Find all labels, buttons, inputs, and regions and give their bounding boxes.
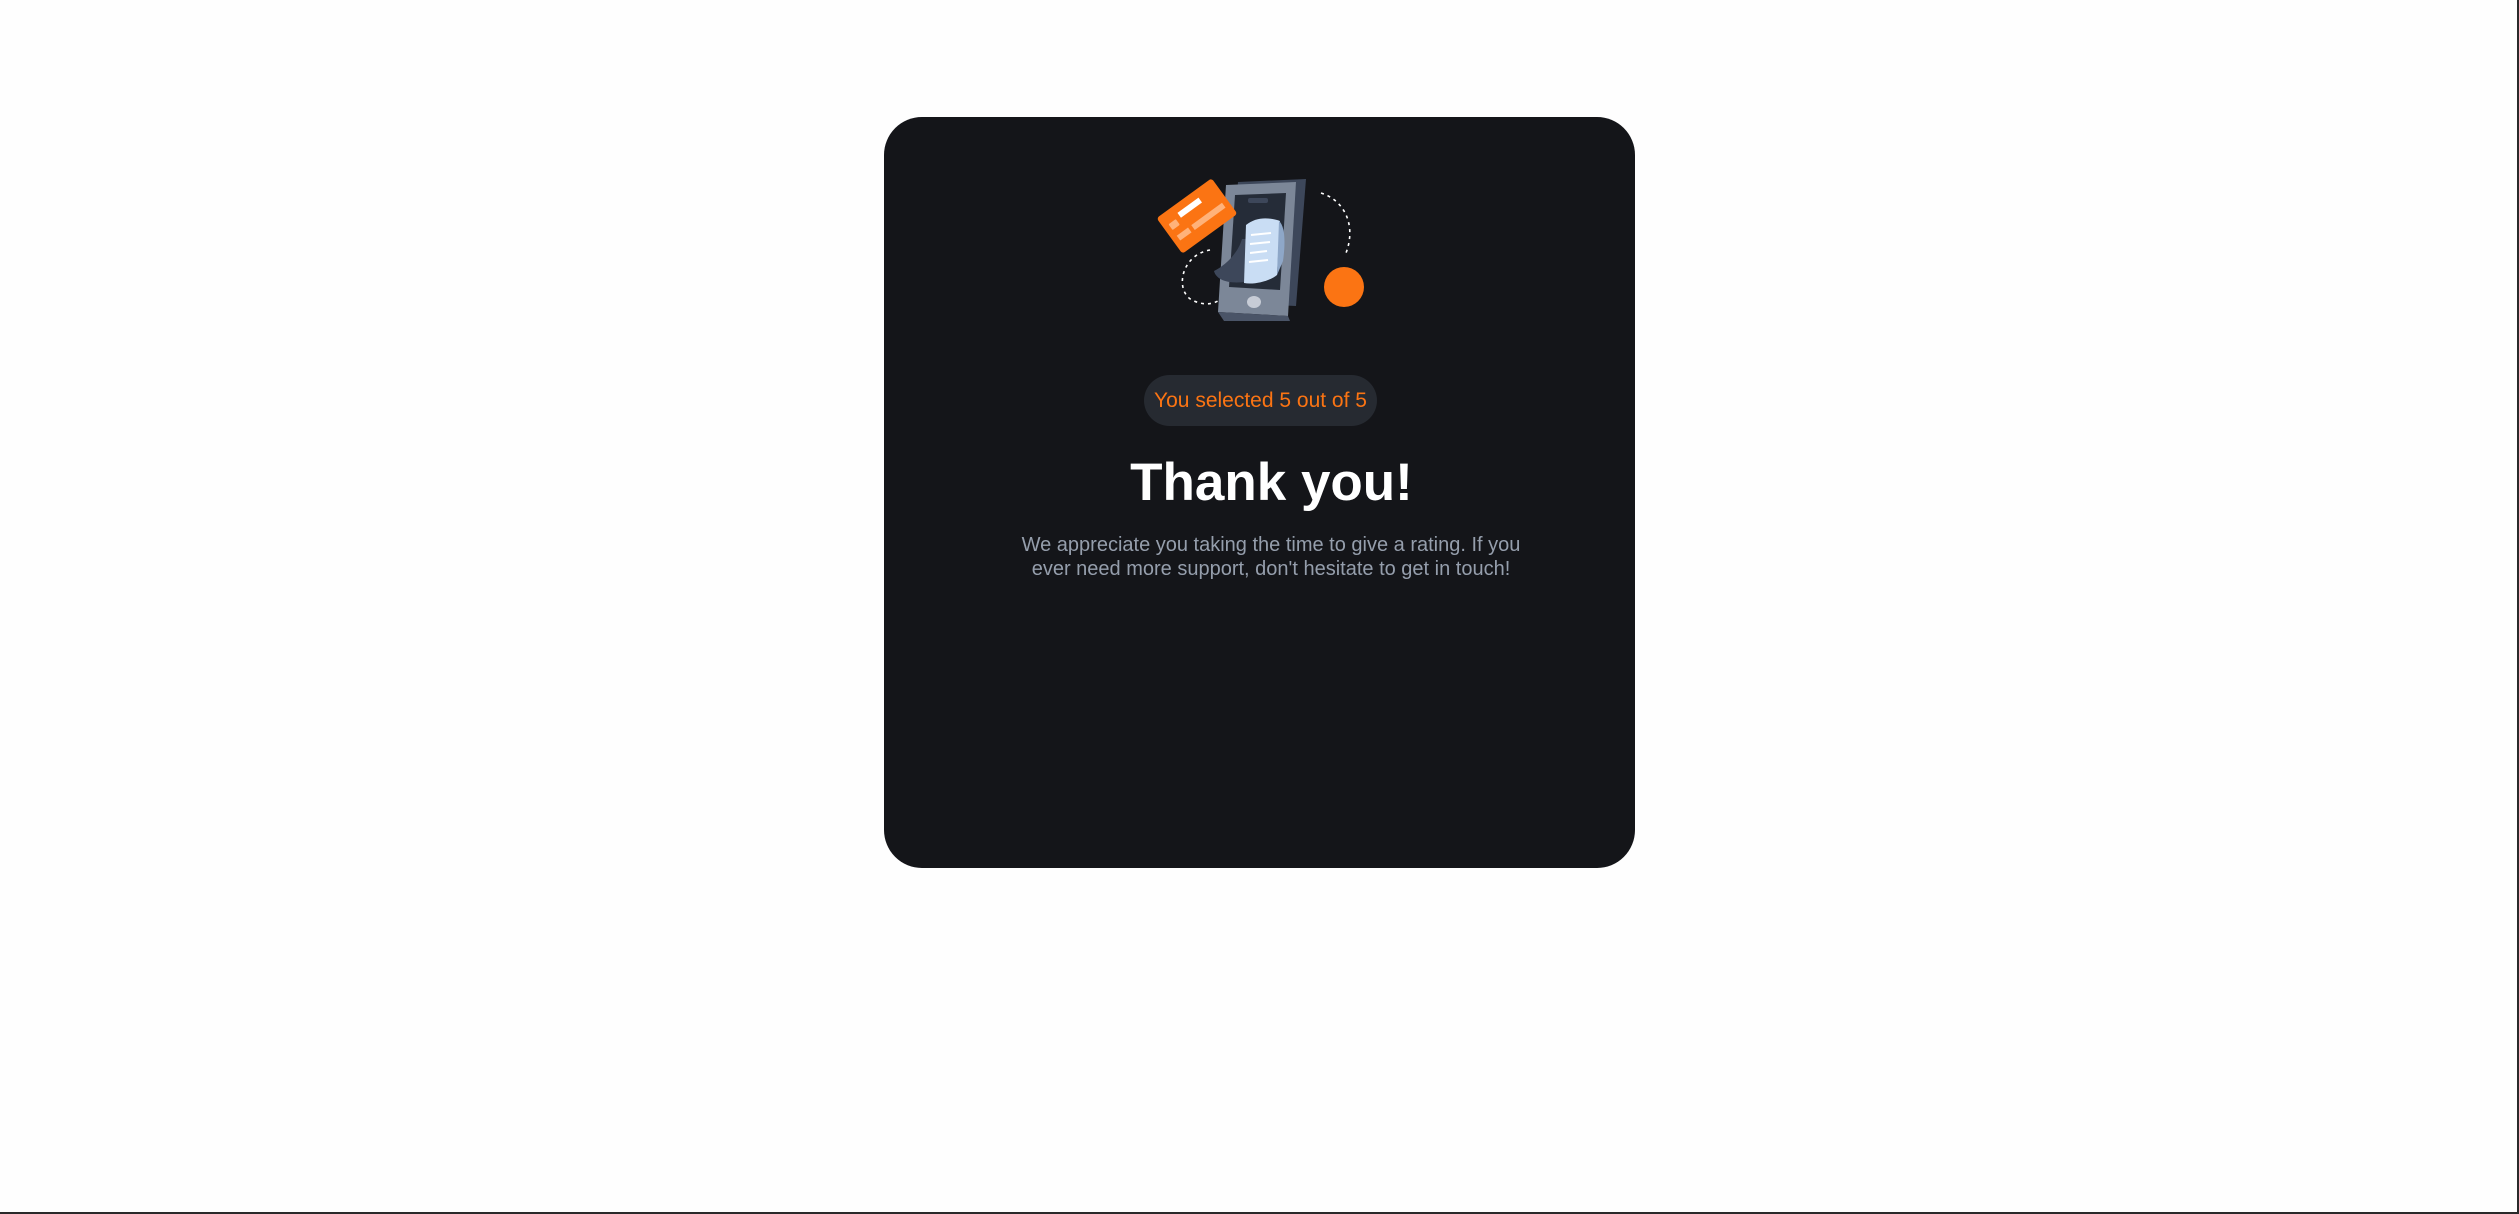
thank-you-title: Thank you! — [1130, 453, 1413, 512]
thank-you-message: We appreciate you taking the time to giv… — [1021, 534, 1521, 580]
rating-result-badge: You selected 5 out of 5 — [1144, 375, 1377, 426]
phone-receipt-card-illustration-icon — [1157, 179, 1364, 321]
thank-you-card: You selected 5 out of 5 Thank you! We ap… — [884, 117, 1635, 868]
page-viewport: You selected 5 out of 5 Thank you! We ap… — [0, 0, 2519, 1214]
